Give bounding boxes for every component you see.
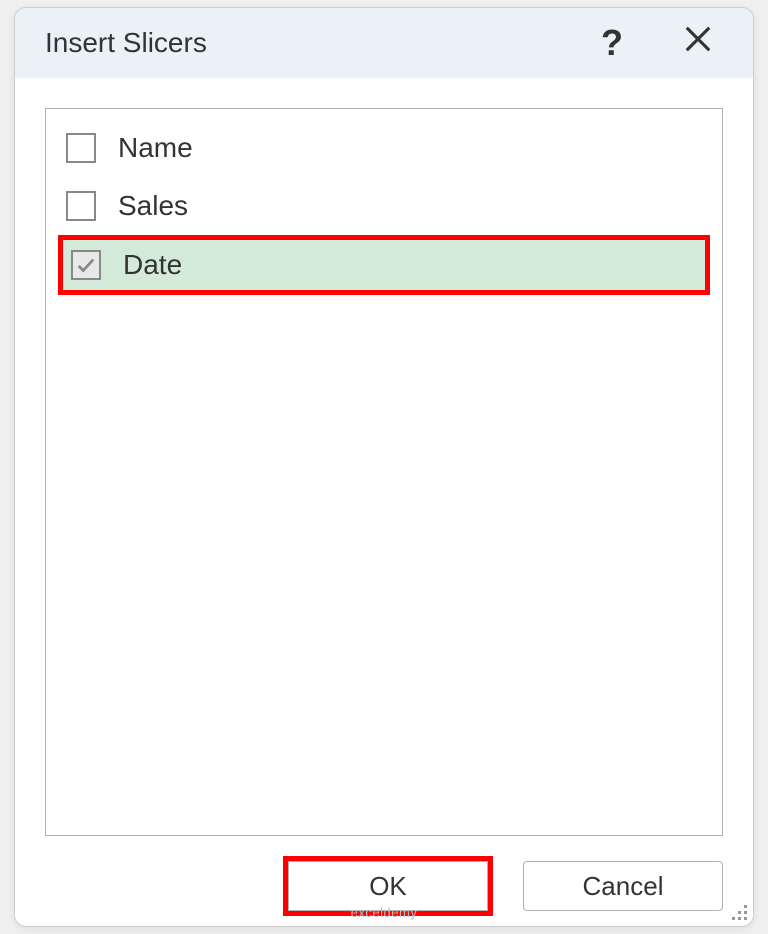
dialog-titlebar: Insert Slicers ? bbox=[15, 8, 753, 78]
list-item-highlighted[interactable]: Date bbox=[58, 235, 710, 295]
field-label: Date bbox=[123, 249, 182, 281]
checkbox-unchecked-icon[interactable] bbox=[66, 133, 96, 163]
resize-grip-icon[interactable] bbox=[729, 902, 747, 920]
dialog-title: Insert Slicers bbox=[45, 27, 207, 59]
field-label: Sales bbox=[118, 190, 188, 222]
insert-slicers-dialog: Insert Slicers ? Name Sales Date bbox=[14, 7, 754, 927]
close-icon[interactable] bbox=[683, 24, 713, 62]
list-item[interactable]: Sales bbox=[46, 177, 722, 235]
ok-button[interactable]: OK bbox=[288, 861, 488, 911]
help-icon[interactable]: ? bbox=[601, 22, 623, 64]
checkbox-unchecked-icon[interactable] bbox=[66, 191, 96, 221]
cancel-button[interactable]: Cancel bbox=[523, 861, 723, 911]
field-list: Name Sales Date bbox=[45, 108, 723, 836]
dialog-content: Name Sales Date bbox=[15, 78, 753, 846]
list-item[interactable]: Name bbox=[46, 119, 722, 177]
field-label: Name bbox=[118, 132, 193, 164]
watermark-text: exceldemy bbox=[351, 905, 418, 920]
checkbox-checked-icon[interactable] bbox=[71, 250, 101, 280]
